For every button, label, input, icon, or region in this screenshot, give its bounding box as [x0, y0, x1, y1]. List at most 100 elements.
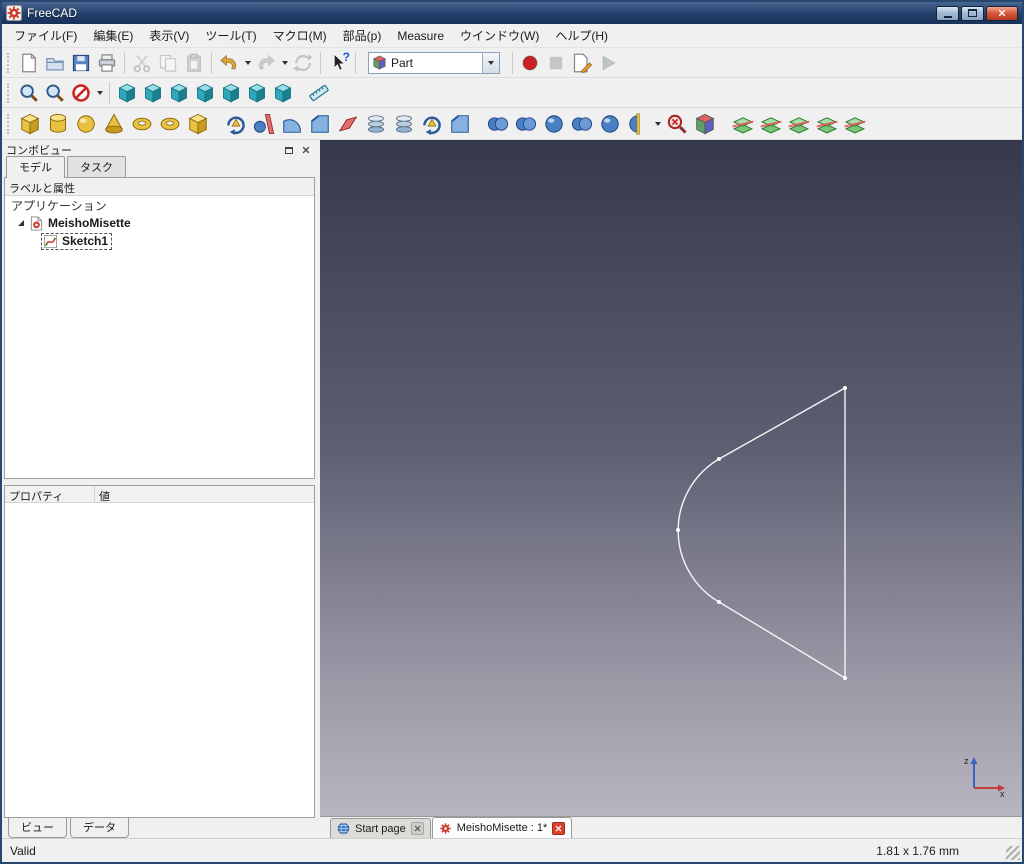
part-common-icon[interactable] — [596, 110, 624, 138]
whats-this-icon[interactable]: ? — [325, 50, 351, 76]
menu-edit[interactable]: 編集(E) — [85, 23, 141, 48]
open-file-icon[interactable] — [42, 50, 68, 76]
close-panel-button[interactable] — [299, 144, 313, 157]
axis-cross: z x — [964, 756, 1005, 798]
part-ruledsurface-icon[interactable] — [362, 110, 390, 138]
tab-document[interactable]: MeishoMisette : 1* — [431, 817, 573, 838]
menu-measure[interactable]: Measure — [389, 25, 452, 47]
part-chamfer-icon[interactable] — [306, 110, 334, 138]
close-document-icon[interactable] — [552, 821, 566, 835]
top-view-icon[interactable] — [166, 80, 192, 106]
section-dropdown-arrow[interactable] — [652, 112, 663, 136]
menu-macro[interactable]: マクロ(M) — [265, 23, 335, 48]
toolbar-grip[interactable] — [7, 52, 12, 73]
cut-icon[interactable] — [129, 50, 155, 76]
part-cone-icon[interactable] — [100, 110, 128, 138]
copy-icon[interactable] — [155, 50, 181, 76]
part-booleanfragments-icon[interactable] — [813, 110, 841, 138]
part-makeface-icon[interactable] — [334, 110, 362, 138]
menu-window[interactable]: ウインドウ(W) — [452, 23, 547, 48]
measure-icon[interactable] — [306, 80, 332, 106]
toolbar-grip[interactable] — [7, 82, 12, 103]
print-icon[interactable] — [94, 50, 120, 76]
menu-file[interactable]: ファイル(F) — [6, 23, 85, 48]
part-sweep-icon[interactable] — [418, 110, 446, 138]
part-shapebuilder-icon[interactable] — [184, 110, 212, 138]
close-start-page-icon[interactable] — [410, 822, 424, 835]
titlebar[interactable]: FreeCAD — [2, 2, 1022, 24]
toolbar-grip[interactable] — [7, 113, 12, 134]
fit-all-icon[interactable] — [16, 80, 42, 106]
menu-view[interactable]: 表示(V) — [141, 23, 197, 48]
workbench-selector[interactable]: Part — [368, 51, 500, 74]
maximize-button[interactable] — [961, 5, 984, 21]
tab-task[interactable]: タスク — [67, 156, 126, 177]
model-tree: ラベルと属性 アプリケーション MeishoMisette Sketch1 — [4, 177, 315, 479]
selection-focus-box: Sketch1 — [41, 232, 113, 250]
front-view-icon[interactable] — [140, 80, 166, 106]
part-explode-icon[interactable] — [841, 110, 869, 138]
separator — [211, 51, 212, 74]
rear-view-icon[interactable] — [218, 80, 244, 106]
refresh-icon[interactable] — [290, 50, 316, 76]
undo-icon[interactable] — [216, 50, 242, 76]
part-boolean-icon[interactable] — [512, 110, 540, 138]
close-button[interactable] — [986, 5, 1018, 21]
menubar: ファイル(F) 編集(E) 表示(V) ツール(T) マクロ(M) 部品(p) … — [2, 24, 1022, 48]
part-torus-icon[interactable] — [128, 110, 156, 138]
menu-part[interactable]: 部品(p) — [335, 23, 390, 48]
undo-dropdown-arrow[interactable] — [242, 51, 253, 75]
part-crosssections-icon[interactable] — [729, 110, 757, 138]
minimize-button[interactable] — [936, 5, 959, 21]
tree-item-sketch[interactable]: Sketch1 — [5, 232, 314, 250]
menu-help[interactable]: ヘルプ(H) — [547, 23, 616, 48]
new-document-icon[interactable] — [16, 50, 42, 76]
tree-item-application[interactable]: アプリケーション — [5, 196, 314, 214]
part-sphere-icon[interactable] — [72, 110, 100, 138]
tab-model[interactable]: モデル — [6, 156, 65, 178]
part-loft-icon[interactable] — [390, 110, 418, 138]
part-fillet-icon[interactable] — [278, 110, 306, 138]
zoom-icon[interactable] — [42, 80, 68, 106]
redo-icon[interactable] — [253, 50, 279, 76]
part-slice-icon[interactable] — [757, 110, 785, 138]
viewport-3d[interactable]: z x — [320, 140, 1022, 816]
part-box-icon[interactable] — [16, 110, 44, 138]
tree-header: ラベルと属性 — [5, 178, 314, 196]
menu-tools[interactable]: ツール(T) — [197, 23, 264, 48]
part-mirror-icon[interactable] — [250, 110, 278, 138]
tree-item-document[interactable]: MeishoMisette — [5, 214, 314, 232]
main-area: コンボビュー モデル タスク ラベルと属性 アプリケーション MeishoMis… — [2, 140, 1022, 838]
macro-play-icon[interactable] — [595, 50, 621, 76]
part-cylinder-icon[interactable] — [44, 110, 72, 138]
bottom-view-icon[interactable] — [244, 80, 270, 106]
tab-view-properties[interactable]: ビュー — [8, 818, 67, 838]
draw-style-dropdown-arrow[interactable] — [94, 81, 105, 105]
macro-edit-icon[interactable] — [569, 50, 595, 76]
part-checkgeometry-icon[interactable] — [663, 110, 691, 138]
part-tube-icon[interactable] — [156, 110, 184, 138]
part-compound-icon[interactable] — [484, 110, 512, 138]
part-defeaturing-icon[interactable] — [691, 110, 719, 138]
expander-icon[interactable] — [18, 220, 24, 226]
resize-grip[interactable] — [1006, 846, 1020, 860]
macro-record-icon[interactable] — [517, 50, 543, 76]
save-icon[interactable] — [68, 50, 94, 76]
tab-data-properties[interactable]: データ — [70, 818, 129, 838]
float-panel-button[interactable] — [282, 144, 296, 157]
workbench-dropdown-arrow[interactable] — [482, 52, 499, 73]
part-offset-icon[interactable] — [446, 110, 474, 138]
part-union-icon[interactable] — [568, 110, 596, 138]
paste-icon[interactable] — [181, 50, 207, 76]
axonometric-view-icon[interactable] — [114, 80, 140, 106]
part-revolve-icon[interactable] — [222, 110, 250, 138]
tab-start-page[interactable]: Start page — [330, 818, 431, 838]
part-sliceapart-icon[interactable] — [785, 110, 813, 138]
part-section-icon[interactable] — [624, 110, 652, 138]
macro-stop-icon[interactable] — [543, 50, 569, 76]
redo-dropdown-arrow[interactable] — [279, 51, 290, 75]
left-view-icon[interactable] — [270, 80, 296, 106]
part-cut-icon[interactable] — [540, 110, 568, 138]
right-view-icon[interactable] — [192, 80, 218, 106]
draw-style-icon[interactable] — [68, 80, 94, 106]
